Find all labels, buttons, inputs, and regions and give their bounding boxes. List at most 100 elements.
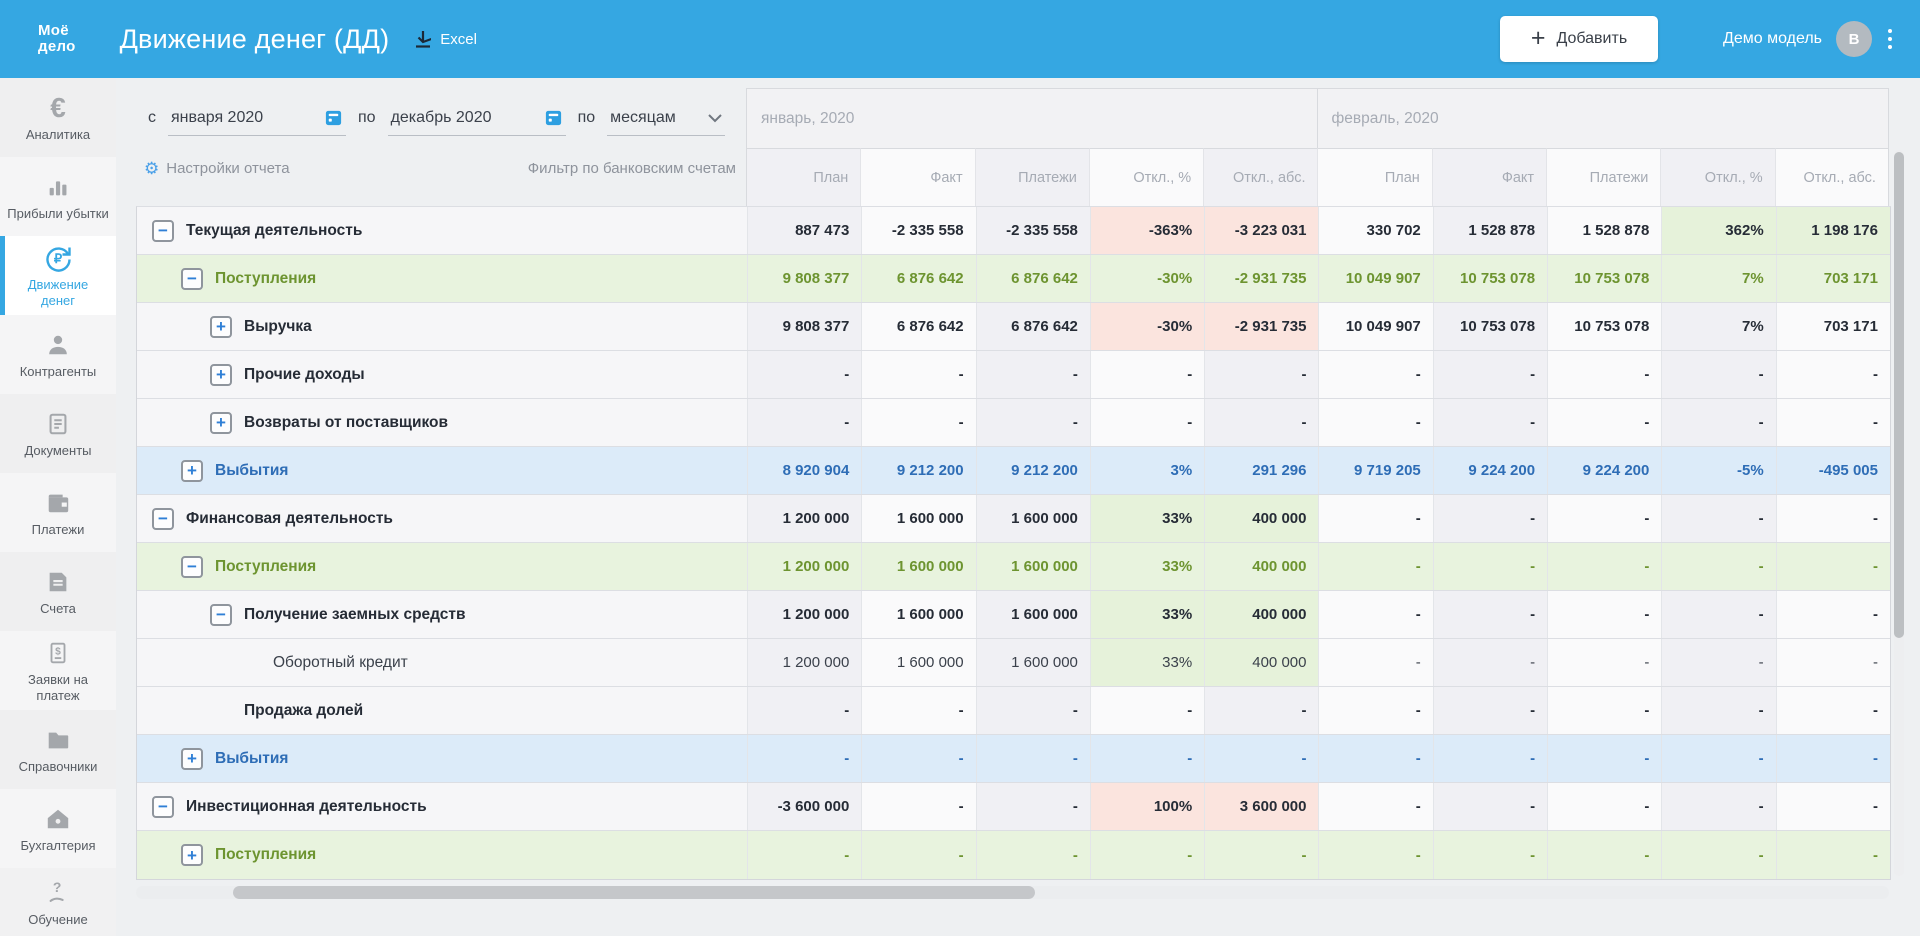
row-label: Поступления (215, 846, 316, 864)
sidebar-item-cashflow[interactable]: ₽ Движение денег (0, 236, 116, 315)
collapse-icon[interactable]: − (152, 796, 174, 818)
sidebar-item-invoices[interactable]: Счета (0, 552, 116, 631)
horizontal-scrollbar (136, 886, 1889, 899)
sidebar-item-directories[interactable]: Справочники (0, 710, 116, 789)
report-settings-link[interactable]: ⚙ Настройки отчета (144, 160, 290, 177)
row-label-cell[interactable]: −Финансовая деятельность (137, 495, 747, 542)
value-cell: 1 600 000 (861, 639, 975, 686)
value-cell: - (976, 351, 1090, 398)
accounting-icon (45, 804, 71, 834)
value-cell: 10 049 907 (1318, 255, 1432, 302)
invoices-icon (45, 567, 71, 597)
row-label-cell[interactable]: −Текущая деятельность (137, 207, 747, 254)
expand-icon[interactable]: + (210, 412, 232, 434)
value-cell: -30% (1090, 255, 1204, 302)
calendar-icon[interactable] (544, 108, 563, 127)
app-logo[interactable]: Моё дело (38, 23, 76, 55)
vertical-scrollbar-thumb[interactable] (1894, 152, 1904, 638)
expand-icon[interactable]: + (210, 316, 232, 338)
avatar[interactable]: В (1836, 21, 1872, 57)
value-cell: - (1433, 543, 1547, 590)
page-title: Движение денег (ДД) (120, 24, 390, 55)
value-cell: - (1661, 351, 1775, 398)
sidebar-item-label: Платежи (32, 522, 85, 538)
row-label-cell[interactable]: +Выручка (137, 303, 747, 350)
value-cell: - (1547, 783, 1661, 830)
value-cell: - (976, 399, 1090, 446)
sidebar-item-label: Заявки на платеж (6, 672, 110, 704)
value-cell: - (1547, 639, 1661, 686)
table-row: +Поступления---------- (137, 831, 1890, 879)
value-cell: -2 335 558 (861, 207, 975, 254)
row-label-cell[interactable]: + Выбытия (137, 447, 747, 494)
row-label-cell[interactable]: −Инвестиционная деятельность (137, 783, 747, 830)
user-menu: Демо модель В (1723, 0, 1894, 78)
svg-text:$: $ (55, 646, 61, 657)
plus-icon: + (1531, 26, 1546, 51)
user-name[interactable]: Демо модель (1723, 30, 1822, 48)
value-cell: 1 200 000 (747, 639, 861, 686)
value-cell: - (1433, 783, 1547, 830)
column-header-row: ПланФактПлатежиОткл., %Откл., абс.ПланФа… (746, 148, 1889, 206)
value-cell: - (1204, 399, 1318, 446)
add-button[interactable]: + Добавить (1500, 16, 1658, 62)
sidebar-item-payment-requests[interactable]: $ Заявки на платеж (0, 631, 116, 710)
period-select[interactable]: месяцам (607, 109, 725, 136)
collapse-icon[interactable]: − (181, 268, 203, 290)
value-cell: 10 753 078 (1433, 255, 1547, 302)
row-label: Поступления (215, 270, 316, 288)
value-cell: - (1547, 831, 1661, 879)
sidebar-item-payments[interactable]: Платежи (0, 473, 116, 552)
sidebar-item-accounting[interactable]: Бухгалтерия (0, 789, 116, 868)
date-to-field[interactable]: декабрь 2020 (388, 108, 566, 136)
collapse-icon[interactable]: − (152, 508, 174, 530)
row-label-cell[interactable]: + Поступления (137, 831, 747, 879)
value-cell: -363% (1090, 207, 1204, 254)
row-label-cell[interactable]: −Получение заемных средств (137, 591, 747, 638)
calendar-icon[interactable] (324, 108, 343, 127)
sidebar-item-counterparties[interactable]: Контрагенты (0, 315, 116, 394)
row-label-cell[interactable]: +Возвраты от поставщиков (137, 399, 747, 446)
collapse-icon[interactable]: − (181, 556, 203, 578)
value-cell: 9 808 377 (747, 255, 861, 302)
row-label-cell[interactable]: −Поступления (137, 255, 747, 302)
sidebar-item-documents[interactable]: Документы (0, 394, 116, 473)
kebab-menu-icon[interactable] (1886, 25, 1894, 53)
row-label: Выбытия (215, 462, 288, 480)
column-header: Откл., абс. (1775, 148, 1889, 206)
bank-accounts-filter-link[interactable]: Фильтр по банковским счетам (528, 160, 736, 177)
value-cell: - (861, 735, 975, 782)
sidebar-item-analytics[interactable]: € Аналитика (0, 78, 116, 157)
row-label-cell[interactable]: Продажа долей (137, 687, 747, 734)
date-from-field[interactable]: января 2020 (168, 108, 346, 136)
expand-icon[interactable]: + (210, 364, 232, 386)
collapse-icon[interactable]: − (152, 220, 174, 242)
value-cell: - (861, 831, 975, 879)
value-cell: 9 224 200 (1433, 447, 1547, 494)
sidebar-item-profit-loss[interactable]: Прибыли убытки (0, 157, 116, 236)
row-label-cell[interactable]: −Поступления (137, 543, 747, 590)
export-excel-button[interactable]: Excel (415, 30, 477, 48)
value-cell: - (1433, 687, 1547, 734)
value-cell: 703 171 (1776, 255, 1890, 302)
value-cell: 9 212 200 (861, 447, 975, 494)
value-cell: 400 000 (1204, 639, 1318, 686)
expand-icon[interactable]: + (181, 748, 203, 770)
row-label-cell[interactable]: Оборотный кредит (137, 639, 747, 686)
row-label-cell[interactable]: +Выбытия (137, 735, 747, 782)
value-cell: - (1433, 639, 1547, 686)
expand-icon[interactable]: + (181, 844, 203, 866)
sidebar-item-education[interactable]: ? Обучение (0, 870, 116, 936)
value-cell: - (1204, 735, 1318, 782)
horizontal-scrollbar-thumb[interactable] (233, 886, 1035, 899)
value-cell: - (861, 783, 975, 830)
value-cell: - (1547, 495, 1661, 542)
value-cell: - (1090, 351, 1204, 398)
date-to-value: декабрь 2020 (391, 109, 492, 127)
report-filters: с января 2020 по декабрь 2020 по месяцам (148, 108, 725, 136)
expand-icon[interactable]: + (181, 460, 203, 482)
collapse-icon[interactable]: − (210, 604, 232, 626)
row-label-cell[interactable]: +Прочие доходы (137, 351, 747, 398)
value-cell: - (1776, 735, 1890, 782)
table-row: Оборотный кредит1 200 0001 600 0001 600 … (137, 639, 1890, 687)
